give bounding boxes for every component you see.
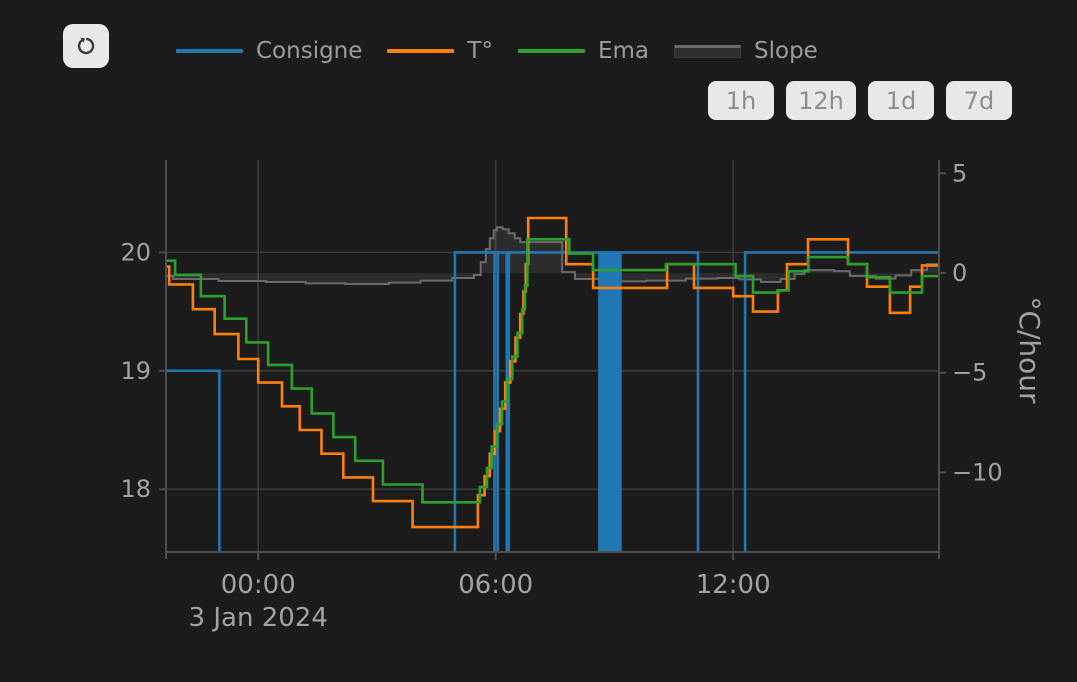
range-button-7d[interactable]: 7d: [946, 81, 1012, 120]
y-right-tick-label: 0: [952, 259, 967, 287]
consigne-line-swatch: [176, 49, 243, 53]
legend-item-temperature[interactable]: T°: [387, 37, 493, 65]
legend-label-slope: Slope: [754, 37, 818, 65]
slope-area-swatch: [674, 45, 741, 58]
range-button-12h[interactable]: 12h: [786, 81, 856, 120]
y-left-tick-label: 20: [120, 238, 151, 266]
refresh-icon: [73, 33, 99, 59]
refresh-button[interactable]: [63, 24, 109, 68]
x-tick-label: 06:00: [458, 570, 533, 600]
x-tick-label: 00:00: [221, 570, 296, 600]
y-left-tick-label: 19: [120, 357, 151, 385]
legend-label-temperature: T°: [467, 37, 493, 65]
x-axis-date-label: 3 Jan 2024: [189, 603, 328, 633]
time-range-buttons: 1h 12h 1d 7d: [708, 81, 1012, 120]
series-slope-fill: [166, 227, 939, 284]
legend: Consigne T° Ema Slope: [176, 37, 818, 65]
legend-item-consigne[interactable]: Consigne: [176, 37, 362, 65]
y-left-tick-label: 18: [120, 475, 151, 503]
legend-label-consigne: Consigne: [256, 37, 362, 65]
legend-item-ema[interactable]: Ema: [518, 37, 649, 65]
y-right-axis-title: °C/hour: [1013, 296, 1046, 404]
legend-item-slope[interactable]: Slope: [674, 37, 818, 65]
range-button-1h[interactable]: 1h: [708, 81, 774, 120]
temperature-line-swatch: [387, 49, 454, 53]
y-right-tick-label: −10: [952, 458, 1003, 486]
dashboard: 20 19 18 5 0 −5 −10 00:00 06:00 12:00 3 Jan 2024 °C…: [0, 0, 1077, 682]
y-right-tick-label: 5: [952, 159, 967, 187]
ema-line-swatch: [518, 49, 585, 53]
legend-label-ema: Ema: [598, 37, 649, 65]
y-right-tick-label: −5: [952, 359, 987, 387]
range-button-1d[interactable]: 1d: [868, 81, 934, 120]
x-tick-label: 12:00: [696, 570, 771, 600]
